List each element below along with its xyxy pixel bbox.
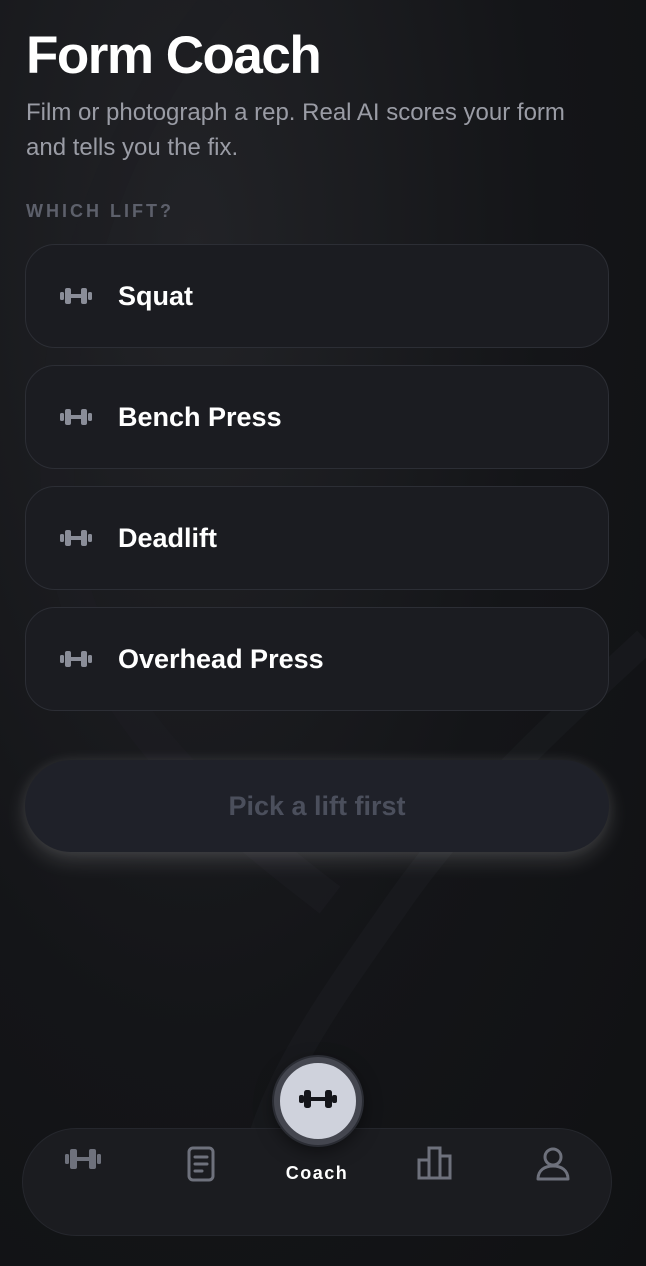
tab-profile[interactable] bbox=[503, 1129, 603, 1235]
tab-workouts[interactable] bbox=[33, 1129, 133, 1235]
profile-icon bbox=[535, 1146, 571, 1187]
lift-option-bench-press[interactable]: Bench Press bbox=[25, 365, 609, 469]
bar-chart-icon bbox=[416, 1146, 454, 1185]
dumbbell-icon bbox=[58, 284, 94, 308]
pick-lift-button[interactable]: Pick a lift first bbox=[25, 760, 609, 852]
page-title: Form Coach bbox=[26, 26, 322, 85]
dumbbell-icon bbox=[58, 405, 94, 429]
tab-coach-label[interactable]: Coach bbox=[267, 1163, 367, 1184]
tab-log[interactable] bbox=[151, 1129, 251, 1235]
coach-fab-button[interactable] bbox=[274, 1057, 362, 1145]
lift-name: Bench Press bbox=[118, 401, 282, 432]
lift-name: Squat bbox=[118, 280, 194, 311]
tab-stats[interactable] bbox=[385, 1129, 485, 1235]
lift-option-squat[interactable]: Squat bbox=[25, 244, 609, 348]
section-label-which-lift: WHICH LIFT? bbox=[26, 201, 174, 221]
lift-name: Deadlift bbox=[118, 522, 218, 553]
lift-option-deadlift[interactable]: Deadlift bbox=[25, 486, 609, 590]
dumbbell-icon bbox=[298, 1087, 338, 1116]
page-subtitle: Film or photograph a rep. Real AI scores… bbox=[26, 99, 565, 161]
lift-name: Overhead Press bbox=[118, 643, 324, 674]
lift-option-overhead-press[interactable]: Overhead Press bbox=[25, 607, 609, 711]
dumbbell-icon bbox=[58, 647, 94, 671]
lift-list: Squat Bench Press Deadlift Overhead Pres… bbox=[25, 244, 609, 728]
notebook-icon bbox=[186, 1146, 216, 1187]
dumbbell-icon bbox=[64, 1146, 102, 1177]
dumbbell-icon bbox=[58, 526, 94, 550]
